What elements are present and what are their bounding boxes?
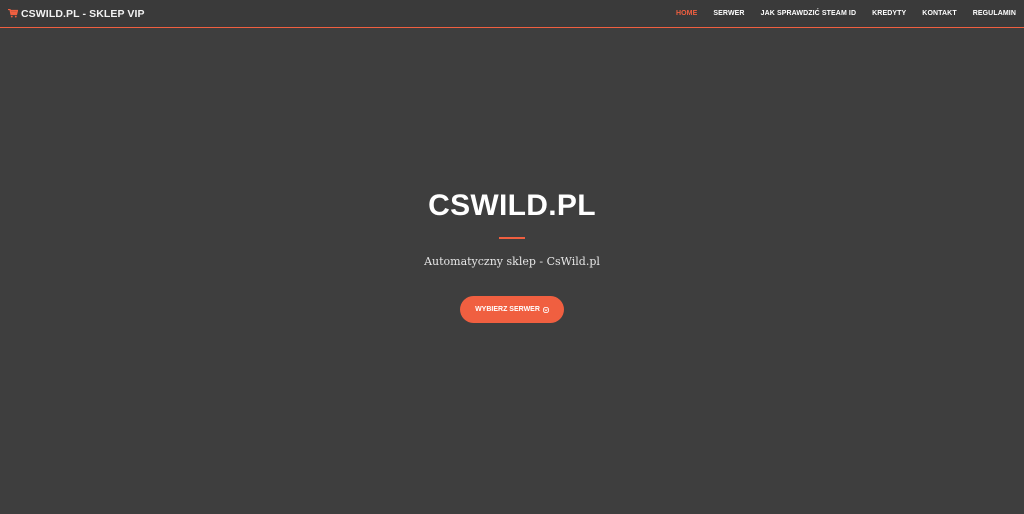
hero-divider	[499, 237, 525, 239]
shopping-cart-icon	[8, 9, 18, 18]
chevron-down-circle-icon	[542, 306, 549, 313]
nav-link-steam-id[interactable]: JAK SPRAWDZIĆ STEAM ID	[761, 10, 857, 17]
choose-server-button[interactable]: WYBIERZ SERWER	[460, 296, 564, 323]
nav-link-serwer[interactable]: SERWER	[713, 10, 744, 17]
brand-label: CSWILD.PL - SKLEP VIP	[21, 7, 145, 20]
navbar: CSWILD.PL - SKLEP VIP HOME SERWER JAK SP…	[0, 0, 1024, 28]
hero-subtitle: Automatyczny sklep - CsWild.pl	[424, 255, 600, 268]
brand-link[interactable]: CSWILD.PL - SKLEP VIP	[8, 8, 145, 20]
hero-title: CSWILD.PL	[428, 189, 596, 222]
nav-link-home[interactable]: HOME	[676, 10, 697, 17]
hero-section: CSWILD.PL Automatyczny sklep - CsWild.pl…	[0, 29, 1024, 514]
nav-link-regulamin[interactable]: REGULAMIN	[973, 10, 1016, 17]
nav-link-kredyty[interactable]: KREDYTY	[872, 10, 906, 17]
nav-links: HOME SERWER JAK SPRAWDZIĆ STEAM ID KREDY…	[660, 0, 1016, 28]
choose-server-label: WYBIERZ SERWER	[475, 306, 540, 313]
nav-link-kontakt[interactable]: KONTAKT	[922, 10, 956, 17]
